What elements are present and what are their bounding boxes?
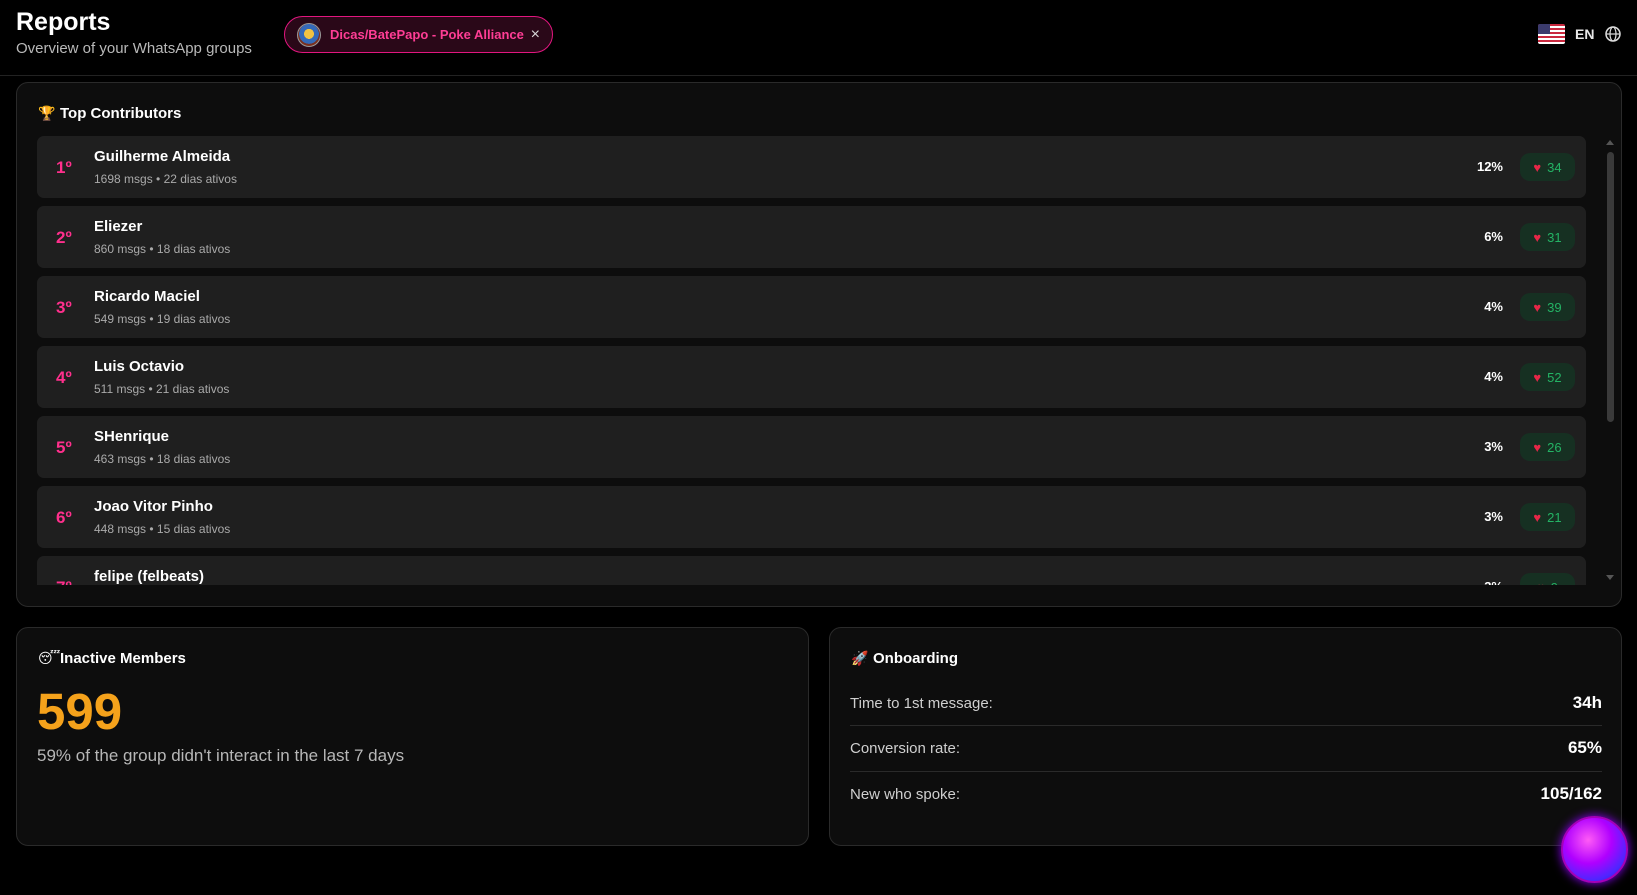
likes-badge: ♥ 34 — [1520, 153, 1575, 181]
contributor-stats: 511 msgs • 21 dias ativos — [94, 382, 230, 396]
likes-count: 26 — [1547, 439, 1562, 455]
group-name: Dicas/BatePapo - Poke Alliance — [330, 27, 524, 42]
inactive-members-label: Inactive Members — [60, 650, 186, 667]
contributor-rank: 2º — [56, 228, 72, 247]
contributor-row[interactable]: 2º Eliezer 860 msgs • 18 dias ativos 6% … — [37, 206, 1586, 268]
language-code: EN — [1575, 26, 1595, 42]
selected-group-chip[interactable]: Dicas/BatePapo - Poke Alliance × — [284, 16, 553, 53]
contributor-percent: 12% — [1476, 159, 1503, 174]
onboarding-card: 🚀 Onboarding Time to 1st message: 34h Co… — [829, 627, 1622, 846]
metric-label: Conversion rate: — [850, 739, 961, 757]
scroll-down-icon[interactable] — [1606, 575, 1614, 580]
page-title: Reports — [16, 8, 111, 36]
top-contributors-title: 🏆 Top Contributors — [38, 105, 181, 122]
likes-badge: ♥ 39 — [1520, 293, 1575, 321]
likes-count: 39 — [1547, 299, 1562, 315]
contributor-name: felipe (felbeats) — [94, 568, 205, 585]
contributor-stats: 1698 msgs • 22 dias ativos — [94, 172, 237, 186]
contributor-percent: 3% — [1484, 509, 1503, 524]
language-selector[interactable]: EN — [1538, 24, 1622, 44]
contributor-name: Guilherme Almeida — [94, 148, 231, 165]
contributors-list[interactable]: 1º Guilherme Almeida 1698 msgs • 22 dias… — [37, 136, 1601, 585]
assistant-orb-button[interactable] — [1561, 816, 1628, 883]
close-icon[interactable]: × — [531, 26, 540, 43]
metric-value: 34h — [1572, 693, 1602, 712]
contributor-row[interactable]: 4º Luis Octavio 511 msgs • 21 dias ativo… — [37, 346, 1586, 408]
contributor-row[interactable]: 1º Guilherme Almeida 1698 msgs • 22 dias… — [37, 136, 1586, 198]
heart-icon: ♥ — [1533, 159, 1542, 175]
metric-value: 105/162 — [1540, 784, 1602, 803]
group-avatar — [297, 22, 321, 47]
rocket-icon: 🚀 — [851, 650, 869, 666]
trophy-icon: 🏆 — [38, 105, 56, 121]
top-contributors-label: Top Contributors — [60, 105, 182, 122]
contributor-percent: 4% — [1484, 299, 1503, 314]
sleeping-face-icon: 😴 — [38, 650, 61, 666]
heart-icon: ♥ — [1533, 229, 1542, 245]
likes-badge: ♥ 52 — [1520, 363, 1575, 391]
contributor-stats: 860 msgs • 18 dias ativos — [94, 242, 231, 256]
heart-icon: ♥ — [1537, 580, 1545, 586]
contributor-row[interactable]: 5º SHenrique 463 msgs • 18 dias ativos 3… — [37, 416, 1586, 478]
onboarding-title: 🚀 Onboarding — [851, 650, 958, 667]
contributor-row[interactable]: 7º felipe (felbeats) 3% ♥ 9 — [37, 556, 1586, 585]
inactive-members-card: 😴 Inactive Members 599 59% of the group … — [16, 627, 809, 846]
contributor-rank: 4º — [56, 368, 72, 387]
heart-icon: ♥ — [1533, 509, 1542, 525]
page-subtitle: Overview of your WhatsApp groups — [16, 40, 252, 57]
contributor-percent: 6% — [1484, 229, 1503, 244]
likes-count: 34 — [1547, 159, 1562, 175]
contributor-row[interactable]: 3º Ricardo Maciel 549 msgs • 19 dias ati… — [37, 276, 1586, 338]
us-flag-icon — [1538, 24, 1565, 44]
likes-badge: ♥ 26 — [1520, 433, 1575, 461]
contributor-percent: 4% — [1484, 369, 1503, 384]
likes-count: 31 — [1547, 229, 1562, 245]
likes-badge: ♥ 9 — [1520, 573, 1575, 585]
contributor-percent: 3% — [1453, 579, 1503, 585]
contributors-scrollbar[interactable] — [1606, 140, 1614, 580]
contributor-name: Luis Octavio — [94, 358, 185, 375]
metric-conversion-rate: Conversion rate: 65% — [850, 725, 1602, 771]
metric-label: New who spoke: — [850, 785, 961, 803]
top-contributors-card: 🏆 Top Contributors 1º Guilherme Almeida … — [16, 82, 1622, 607]
contributor-rank: 7º — [56, 578, 72, 585]
heart-icon: ♥ — [1533, 369, 1542, 385]
contributor-rank: 3º — [56, 298, 72, 317]
contributor-rank: 1º — [56, 158, 72, 177]
contributor-name: Eliezer — [94, 218, 143, 235]
likes-count: 9 — [1551, 580, 1558, 586]
scroll-thumb[interactable] — [1607, 152, 1614, 422]
metric-label: Time to 1st message: — [850, 694, 993, 712]
likes-badge: ♥ 21 — [1520, 503, 1575, 531]
metric-new-who-spoke: New who spoke: 105/162 — [850, 771, 1602, 817]
contributor-name: Joao Vitor Pinho — [94, 498, 213, 515]
likes-count: 52 — [1547, 369, 1562, 385]
heart-icon: ♥ — [1533, 299, 1542, 315]
scroll-up-icon[interactable] — [1606, 140, 1614, 145]
metric-value: 65% — [1567, 738, 1602, 757]
page-header: Reports Overview of your WhatsApp groups… — [0, 0, 1637, 76]
contributor-name: Ricardo Maciel — [94, 288, 200, 305]
contributor-stats: 448 msgs • 15 dias ativos — [94, 522, 231, 536]
heart-icon: ♥ — [1533, 439, 1542, 455]
contributor-row[interactable]: 6º Joao Vitor Pinho 448 msgs • 15 dias a… — [37, 486, 1586, 548]
likes-count: 21 — [1547, 509, 1562, 525]
inactive-count: 599 — [37, 683, 123, 740]
likes-badge: ♥ 31 — [1520, 223, 1575, 251]
contributor-percent: 3% — [1484, 439, 1503, 454]
contributor-name: SHenrique — [94, 428, 170, 445]
globe-icon[interactable] — [1604, 25, 1622, 43]
contributor-rank: 6º — [56, 508, 72, 527]
onboarding-label: Onboarding — [873, 650, 958, 667]
inactive-members-title: 😴 Inactive Members — [38, 650, 186, 667]
contributor-stats: 549 msgs • 19 dias ativos — [94, 312, 231, 326]
metric-time-to-first-message: Time to 1st message: 34h — [850, 680, 1602, 726]
inactive-description: 59% of the group didn't interact in the … — [37, 746, 405, 765]
contributor-stats: 463 msgs • 18 dias ativos — [94, 452, 231, 466]
contributor-rank: 5º — [56, 438, 72, 457]
